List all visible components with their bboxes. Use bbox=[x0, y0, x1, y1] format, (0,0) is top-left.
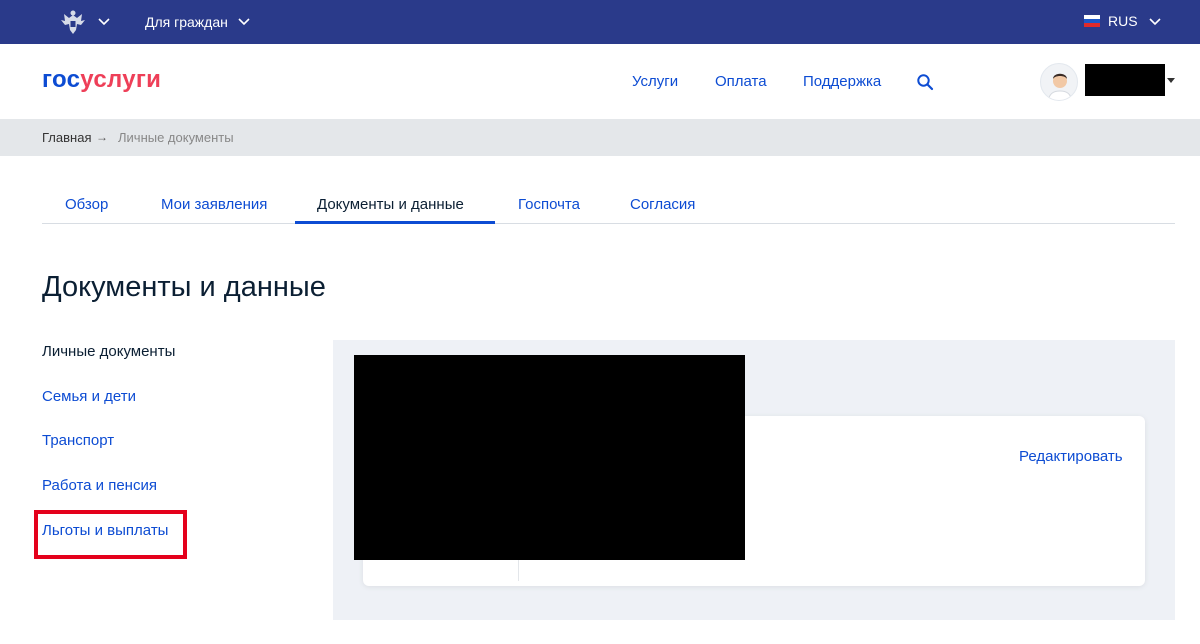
breadcrumb-home[interactable]: Главная bbox=[42, 130, 91, 145]
side-item-transport[interactable]: Транспорт bbox=[42, 432, 114, 449]
breadcrumb-current: Личные документы bbox=[118, 130, 234, 145]
site-header: госуслуги Услуги Оплата Поддержка bbox=[0, 44, 1200, 119]
coat-of-arms-icon[interactable] bbox=[58, 8, 88, 36]
chevron-down-icon[interactable] bbox=[237, 14, 251, 28]
audience-selector[interactable]: Для граждан bbox=[145, 14, 228, 30]
side-item-personal-documents[interactable]: Личные документы bbox=[42, 343, 175, 360]
tab-consents[interactable]: Согласия bbox=[630, 196, 695, 213]
redacted-document-info bbox=[354, 355, 745, 560]
chevron-down-icon[interactable] bbox=[97, 14, 111, 28]
tabs: Обзор Мои заявления Документы и данные Г… bbox=[42, 186, 1175, 224]
caret-down-icon[interactable] bbox=[1167, 78, 1175, 83]
avatar[interactable] bbox=[1040, 63, 1078, 101]
side-item-family-and-children[interactable]: Семья и дети bbox=[42, 388, 136, 405]
tab-documents-and-data[interactable]: Документы и данные bbox=[317, 196, 464, 213]
top-bar: Для граждан RUS bbox=[0, 0, 1200, 44]
arrow-right-icon: → bbox=[96, 130, 108, 144]
nav-services[interactable]: Услуги bbox=[632, 73, 678, 90]
breadcrumb: Главная → Личные документы bbox=[0, 119, 1200, 156]
language-selector[interactable]: RUS bbox=[1108, 13, 1138, 29]
highlight-box bbox=[34, 510, 187, 559]
nav-payment[interactable]: Оплата bbox=[715, 73, 767, 90]
user-name-redacted[interactable] bbox=[1085, 64, 1165, 96]
user-avatar-icon bbox=[1047, 73, 1073, 100]
nav-support[interactable]: Поддержка bbox=[803, 73, 881, 90]
tab-gospochta[interactable]: Госпочта bbox=[518, 196, 580, 213]
active-tab-indicator bbox=[295, 221, 495, 224]
gosuslugi-logo[interactable]: госуслуги bbox=[42, 66, 161, 94]
search-icon[interactable] bbox=[916, 73, 934, 91]
tab-my-applications[interactable]: Мои заявления bbox=[161, 196, 267, 213]
chevron-down-icon[interactable] bbox=[1148, 14, 1162, 28]
page-title: Документы и данные bbox=[42, 271, 326, 303]
edit-link[interactable]: Редактировать bbox=[1019, 448, 1123, 465]
tab-overview[interactable]: Обзор bbox=[65, 196, 108, 213]
russian-flag-icon bbox=[1084, 15, 1100, 27]
side-item-work-and-pension[interactable]: Работа и пенсия bbox=[42, 477, 157, 494]
